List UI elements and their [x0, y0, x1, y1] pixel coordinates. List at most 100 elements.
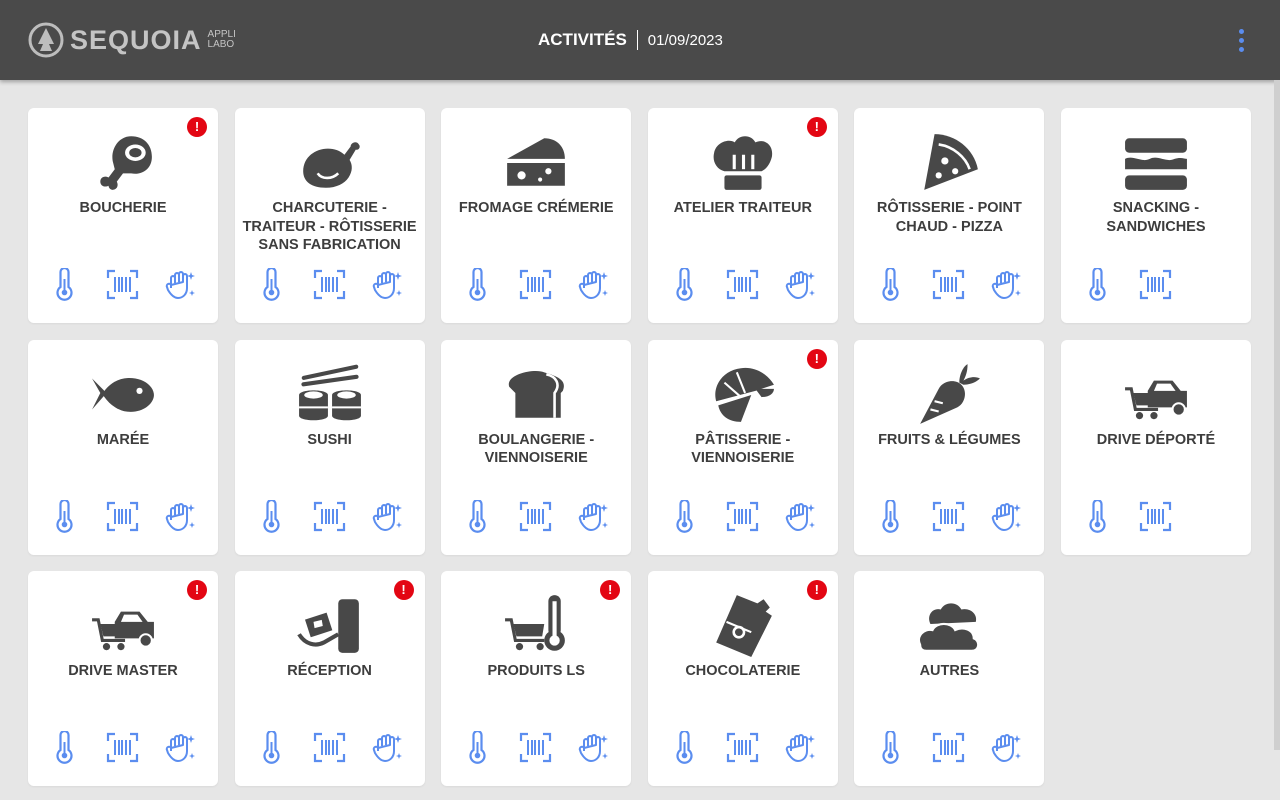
barcode-scan-button[interactable]: [519, 500, 552, 533]
temperature-button[interactable]: [48, 731, 81, 764]
card-actions: [668, 731, 817, 764]
fish-icon: [88, 362, 158, 428]
cleaning-button[interactable]: [577, 731, 610, 764]
cleaning-button[interactable]: [577, 500, 610, 533]
cleaning-button[interactable]: [990, 268, 1023, 301]
barcode-scan-button[interactable]: [106, 268, 139, 301]
activity-card[interactable]: MARÉE: [28, 339, 218, 555]
thermometer-icon: [255, 500, 288, 533]
activity-card[interactable]: ! CHOCOLATERIE: [647, 571, 838, 786]
activity-label: MARÉE: [96, 431, 150, 448]
barcode-icon: [726, 500, 759, 533]
barcode-scan-button[interactable]: [106, 500, 139, 533]
cleaning-button[interactable]: [164, 268, 197, 301]
barcode-scan-button[interactable]: [726, 268, 759, 301]
activity-card[interactable]: ! PÂTISSERIE - VIENNOISERIE: [647, 339, 838, 555]
activity-card[interactable]: FROMAGE CRÉMERIE: [441, 108, 632, 323]
temperature-button[interactable]: [255, 268, 288, 301]
activity-card[interactable]: SNACKING - SANDWICHES: [1060, 108, 1251, 323]
thermometer-icon: [48, 500, 81, 533]
activity-card[interactable]: ! PRODUITS LS: [441, 571, 632, 786]
cleaning-button[interactable]: [164, 500, 197, 533]
temperature-button[interactable]: [874, 500, 907, 533]
thermometer-icon: [874, 731, 907, 764]
cleaning-button[interactable]: [784, 268, 817, 301]
temperature-button[interactable]: [1081, 268, 1114, 301]
activity-card[interactable]: SUSHI: [234, 339, 425, 555]
temperature-button[interactable]: [874, 731, 907, 764]
barcode-scan-button[interactable]: [726, 731, 759, 764]
temperature-button[interactable]: [668, 731, 701, 764]
temperature-button[interactable]: [255, 731, 288, 764]
cleaning-button[interactable]: [164, 731, 197, 764]
alert-badge: !: [600, 580, 621, 600]
barcode-scan-button[interactable]: [932, 731, 965, 764]
thermometer-icon: [48, 268, 81, 301]
activity-card[interactable]: ! BOUCHERIE: [28, 108, 218, 323]
activity-card[interactable]: FRUITS & LÉGUMES: [854, 339, 1045, 555]
barcode-icon: [1139, 500, 1172, 533]
barcode-scan-button[interactable]: [106, 731, 139, 764]
barcode-scan-button[interactable]: [1139, 268, 1172, 301]
thermometer-icon: [668, 268, 701, 301]
cleaning-hand-icon: [577, 268, 610, 301]
alert-badge: !: [187, 117, 207, 137]
cleaning-hand-icon: [990, 500, 1023, 533]
barcode-scan-button[interactable]: [932, 268, 965, 301]
barcode-icon: [313, 268, 346, 301]
temperature-button[interactable]: [668, 500, 701, 533]
activity-card[interactable]: CHARCUTERIE - TRAITEUR - RÔTISSERIE SANS…: [234, 108, 425, 323]
card-actions: [1081, 500, 1172, 533]
temperature-button[interactable]: [255, 500, 288, 533]
activity-card[interactable]: DRIVE DÉPORTÉ: [1060, 339, 1251, 555]
barcode-icon: [519, 500, 552, 533]
activity-card[interactable]: AUTRES: [854, 571, 1045, 786]
barcode-scan-button[interactable]: [932, 500, 965, 533]
cleaning-button[interactable]: [371, 731, 404, 764]
cleaning-button[interactable]: [371, 268, 404, 301]
thermometer-icon: [1081, 268, 1114, 301]
activity-card[interactable]: ! ATELIER TRAITEUR: [647, 108, 838, 323]
meat-icon: [88, 130, 158, 196]
cleaning-hand-icon: [371, 500, 404, 533]
temperature-button[interactable]: [48, 268, 81, 301]
barcode-scan-button[interactable]: [313, 268, 346, 301]
temperature-button[interactable]: [1081, 500, 1114, 533]
temperature-button[interactable]: [461, 500, 494, 533]
activity-label: PRODUITS LS: [487, 663, 585, 679]
barcode-icon: [519, 731, 552, 764]
cleaning-button[interactable]: [990, 500, 1023, 533]
barcode-scan-button[interactable]: [313, 731, 346, 764]
activity-label: SUSHI: [307, 431, 352, 448]
card-actions: [48, 731, 197, 764]
cleaning-button[interactable]: [371, 500, 404, 533]
barcode-scan-button[interactable]: [726, 500, 759, 533]
thermometer-icon: [255, 268, 288, 301]
more-vert-icon[interactable]: [1230, 24, 1252, 56]
activity-card[interactable]: BOULANGERIE - VIENNOISERIE: [441, 339, 632, 555]
alert-badge: !: [806, 348, 827, 369]
temperature-button[interactable]: [668, 268, 701, 301]
barcode-scan-button[interactable]: [313, 500, 346, 533]
card-actions: [255, 500, 404, 533]
activity-card[interactable]: ! DRIVE MASTER: [28, 571, 218, 786]
barcode-scan-button[interactable]: [1139, 500, 1172, 533]
temperature-button[interactable]: [874, 268, 907, 301]
chocolate-bar-icon: [708, 593, 778, 659]
cleaning-button[interactable]: [577, 268, 610, 301]
cleaning-button[interactable]: [990, 731, 1023, 764]
card-actions: [461, 268, 610, 301]
temperature-button[interactable]: [461, 268, 494, 301]
scrollbar[interactable]: [1274, 80, 1280, 750]
activity-card[interactable]: RÔTISSERIE - POINT CHAUD - PIZZA: [854, 108, 1045, 323]
barcode-scan-button[interactable]: [519, 268, 552, 301]
barcode-scan-button[interactable]: [519, 731, 552, 764]
cleaning-button[interactable]: [784, 731, 817, 764]
temperature-button[interactable]: [461, 731, 494, 764]
barcode-icon: [726, 268, 759, 301]
cleaning-hand-icon: [164, 731, 197, 764]
cleaning-button[interactable]: [784, 500, 817, 533]
activity-card[interactable]: ! RÉCEPTION: [234, 571, 425, 786]
temperature-button[interactable]: [48, 500, 81, 533]
card-actions: [255, 731, 404, 764]
